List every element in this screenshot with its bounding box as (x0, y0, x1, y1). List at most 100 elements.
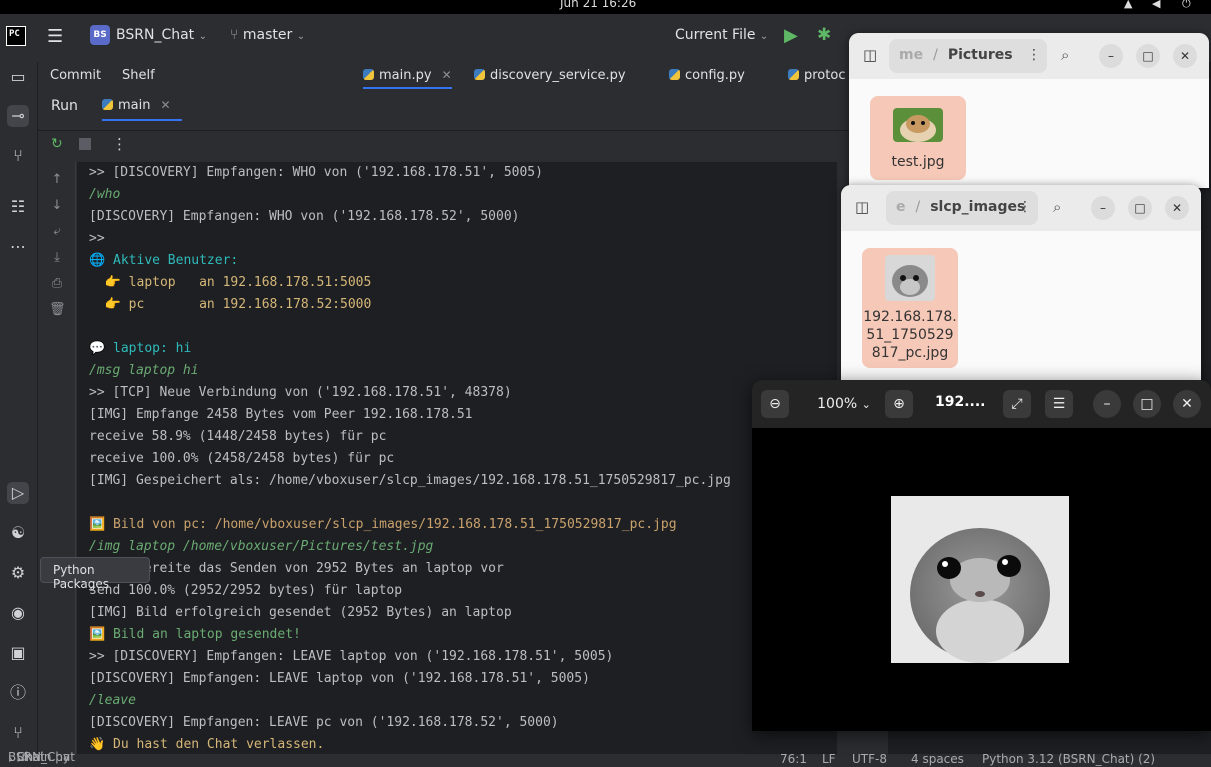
caret-position[interactable]: 76:1 (780, 752, 807, 766)
left-tool-strip: ▭ ⊸ ⑂ ☷ ⋯ ▷ ☯ ⚙ ◉ ▣ ⓘ ⑂ (0, 62, 38, 767)
breadcrumb[interactable]: BSRN_Chat › Chat › main.py (8, 750, 75, 766)
commit-icon[interactable]: ⊸ (7, 105, 29, 127)
network-icon[interactable]: ▲ (1124, 0, 1132, 10)
console-line: 👉 laptop an 192.168.178.51:5005 (89, 275, 372, 290)
file-name: 192.168.178. 51_1750529 817_pc.jpg (862, 308, 958, 362)
volume-icon[interactable]: ◀ (1152, 0, 1160, 10)
viewer-title: 192.... (935, 394, 986, 410)
console-line: receive 100.0% (2458/2458 bytes) für pc (89, 451, 395, 466)
search-icon[interactable]: ⌕ (1061, 46, 1069, 64)
trash-icon[interactable]: 🗑 (49, 302, 66, 318)
close-button[interactable]: ✕ (1173, 390, 1201, 418)
python-file-icon (102, 99, 113, 110)
minimize-button[interactable]: – (1093, 390, 1121, 418)
structure-icon[interactable]: ☷ (7, 196, 29, 218)
terminal-icon[interactable]: ▣ (7, 642, 29, 664)
branch-name: master (242, 27, 293, 43)
run-play-icon[interactable]: ▶ (784, 25, 798, 46)
scroll-up-icon[interactable]: ↑ (49, 172, 65, 188)
maximize-button[interactable]: □ (1136, 44, 1160, 68)
soft-wrap-icon[interactable]: ⤶ (49, 224, 65, 240)
file-item-received-image[interactable]: 192.168.178. 51_1750529 817_pc.jpg (862, 248, 958, 368)
minimize-button[interactable]: – (1099, 44, 1123, 68)
python-packages-icon[interactable]: ⚙ (7, 562, 29, 584)
path-segment-current[interactable]: slcp_images (930, 199, 1025, 215)
chevron-down-icon: ⌄ (296, 31, 306, 42)
path-segment-current[interactable]: Pictures (948, 47, 1013, 63)
tab-shelf[interactable]: Shelf (122, 68, 155, 83)
project-folder-icon[interactable]: ▭ (7, 66, 29, 88)
close-icon[interactable]: ✕ (442, 68, 452, 82)
project-selector[interactable]: BSRN_Chat ⌄ (116, 27, 207, 43)
more-tools-icon[interactable]: ⋯ (7, 236, 29, 258)
scroll-down-icon[interactable]: ↓ (49, 198, 65, 214)
sidebar-toggle-icon[interactable]: ◫ (863, 46, 877, 64)
print-icon[interactable]: ⎙ (49, 276, 65, 292)
pull-requests-icon[interactable]: ⑂ (7, 145, 29, 167)
close-icon[interactable]: ✕ (160, 98, 170, 112)
editor-tab-label: protoc (804, 68, 846, 83)
maximize-button[interactable]: □ (1133, 390, 1161, 418)
console-line: [IMG] Empfange 2458 Bytes vom Peer 192.1… (89, 407, 473, 422)
editor-tab-protocol[interactable]: protoc (788, 68, 845, 83)
editor-tab-label: main.py (379, 68, 432, 83)
editor-tab-discovery[interactable]: discovery_service.py (474, 68, 626, 83)
close-button[interactable]: ✕ (1165, 196, 1189, 220)
sidebar-toggle-icon[interactable]: ◫ (855, 198, 869, 216)
main-menu-icon[interactable]: ☰ (47, 26, 63, 47)
breadcrumb-file[interactable]: main.py (21, 750, 70, 764)
rerun-icon[interactable]: ↻ (51, 136, 63, 152)
console-line: 💬 laptop: hi (89, 341, 192, 356)
stop-icon[interactable] (79, 138, 91, 150)
zoom-level[interactable]: 100% ⌄ (796, 390, 892, 418)
system-clock[interactable]: Jun 21 16:26 (560, 0, 636, 10)
path-segment-home: e (896, 199, 906, 215)
console-line: /img laptop /home/vboxuser/Pictures/test… (89, 539, 434, 554)
console-output[interactable]: >> [DISCOVERY] Empfangen: WHO von ('192.… (77, 162, 837, 754)
editor-tab-main[interactable]: main.py ✕ (363, 68, 452, 89)
zoom-out-icon[interactable]: ⊖ (761, 390, 789, 418)
image-viewer-window: ⊖ 100% ⌄ ⊕ 192.... ⤢ ☰ – □ ✕ (752, 380, 1211, 731)
system-top-bar: Jun 21 16:26 ▲ ◀ ⏻ (0, 0, 1211, 14)
editor-tab-label: discovery_service.py (490, 68, 626, 83)
chevron-down-icon: ⌄ (759, 31, 769, 42)
branch-selector[interactable]: ⑂ master ⌄ (230, 27, 305, 43)
path-menu-icon[interactable]: ⋮ (1018, 199, 1032, 215)
minimize-button[interactable]: – (1091, 196, 1115, 220)
run-config-selector[interactable]: Current File ⌄ (675, 27, 768, 43)
more-options-icon[interactable]: ⋮ (112, 135, 127, 153)
run-tab-main[interactable]: main ✕ (102, 98, 182, 121)
status-bar: BSRN_Chat › Chat › main.py 76:1 LF UTF-8… (0, 750, 1211, 767)
image-thumbnail (893, 108, 943, 142)
python-console-icon[interactable]: ☯ (7, 522, 29, 544)
zoom-in-icon[interactable]: ⊕ (885, 390, 913, 418)
console-line: /msg laptop hi (89, 363, 199, 378)
path-bar[interactable]: me / Pictures ⋮ (889, 39, 1047, 73)
path-segment-home: me (899, 47, 924, 63)
power-icon[interactable]: ⏻ (1182, 0, 1191, 11)
editor-tab-config[interactable]: config.py (669, 68, 745, 83)
console-line: 👉 pc an 192.168.178.52:5000 (89, 297, 372, 312)
services-icon[interactable]: ◉ (7, 602, 29, 624)
path-bar[interactable]: e / slcp_images ⋮ (886, 191, 1038, 225)
interpreter[interactable]: Python 3.12 (BSRN_Chat) (2) (982, 752, 1155, 766)
git-icon[interactable]: ⑂ (7, 722, 29, 744)
indentation[interactable]: 4 spaces (911, 752, 964, 766)
maximize-button[interactable]: □ (1128, 196, 1152, 220)
run-tool-icon[interactable]: ▷ (7, 482, 29, 504)
menu-icon[interactable]: ☰ (1045, 390, 1073, 418)
search-icon[interactable]: ⌕ (1053, 198, 1061, 216)
file-encoding[interactable]: UTF-8 (852, 752, 887, 766)
console-line: receive 58.9% (1448/2458 bytes) für pc (89, 429, 387, 444)
tab-commit[interactable]: Commit (50, 68, 101, 83)
scroll-to-end-icon[interactable]: ⤓ (49, 250, 65, 266)
file-name-line: 192.168.178. (863, 309, 957, 325)
problems-icon[interactable]: ⓘ (7, 682, 29, 704)
fullscreen-icon[interactable]: ⤢ (1003, 390, 1031, 418)
path-menu-icon[interactable]: ⋮ (1027, 47, 1041, 63)
file-item-test-jpg[interactable]: test.jpg (870, 96, 966, 180)
debug-bug-icon[interactable]: ✱ (817, 25, 831, 45)
run-panel-title: Run (51, 98, 78, 114)
close-button[interactable]: ✕ (1173, 44, 1197, 68)
line-separator[interactable]: LF (822, 752, 836, 766)
